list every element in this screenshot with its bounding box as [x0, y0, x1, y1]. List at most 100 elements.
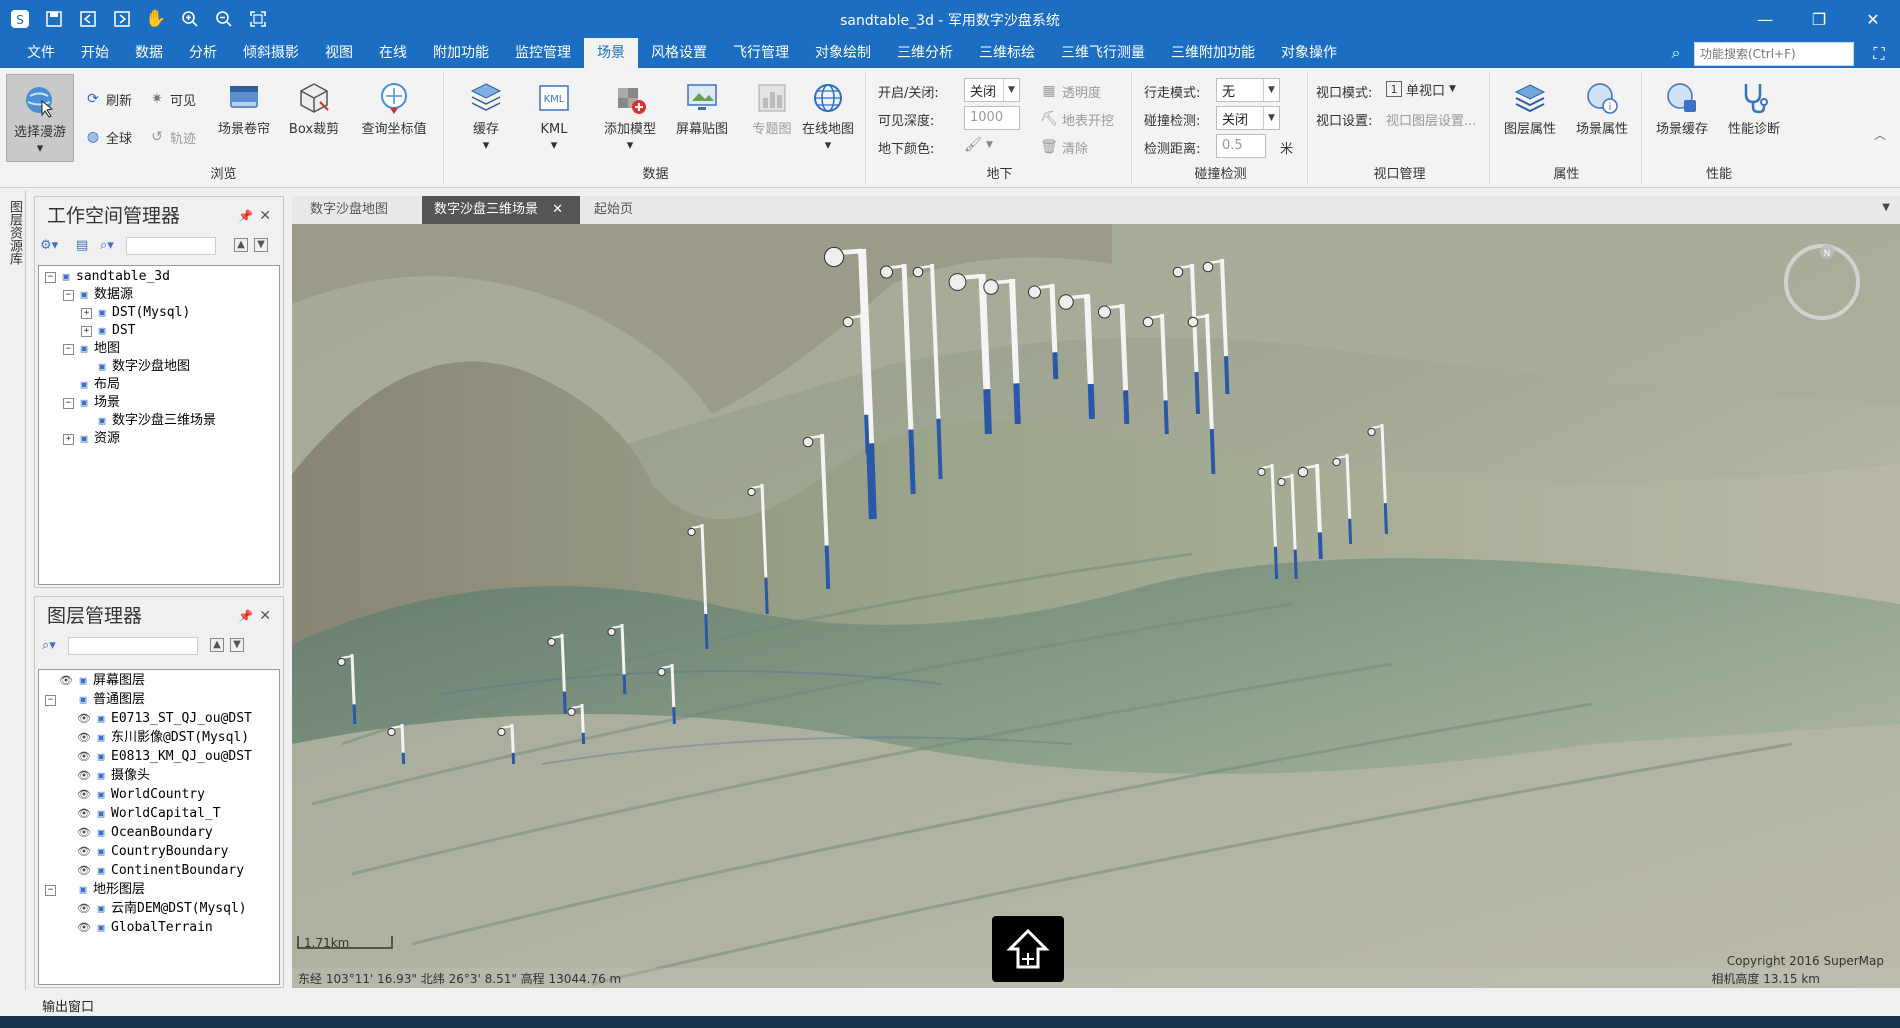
layer-tree-item[interactable]: − ▣ 普通图层	[45, 691, 145, 709]
search-icon[interactable]: ⌕▾	[100, 238, 114, 253]
add-model-button[interactable]: 添加模型 ▾	[596, 72, 664, 160]
scene-viewport[interactable]: N 1.71km 东经 103°11' 16.93" 北纬 26°3' 8.51…	[292, 224, 1900, 988]
menu-item[interactable]: 三维分析	[884, 38, 966, 68]
menu-item[interactable]: 文件	[14, 38, 68, 68]
output-window-tab[interactable]: 输出窗口	[42, 996, 94, 1015]
scene-attr-button[interactable]: i 场景属性	[1568, 72, 1636, 160]
tab-3d-scene[interactable]: 数字沙盘三维场景 ✕	[422, 196, 580, 224]
camera-pole[interactable]	[1315, 463, 1322, 533]
scroll-up-icon[interactable]: ▲	[234, 238, 248, 252]
camera-pole[interactable]	[510, 723, 515, 753]
close-tab-icon[interactable]: ✕	[552, 202, 563, 217]
menu-item[interactable]: 开始	[68, 38, 122, 68]
menu-item[interactable]: 数据	[122, 38, 176, 68]
visibility-eye-icon[interactable]: 👁	[77, 729, 91, 747]
refresh-button[interactable]: ⟳ 刷新	[84, 88, 132, 110]
home-button[interactable]	[992, 916, 1064, 982]
layer-tree-item[interactable]: 👁 ▣ WorldCountry	[63, 786, 205, 804]
visibility-eye-icon[interactable]: 👁	[77, 805, 91, 823]
search-icon[interactable]: ⌕▾	[42, 638, 56, 653]
layer-search-input[interactable]	[68, 637, 198, 655]
close-icon[interactable]: ✕	[259, 597, 271, 635]
camera-dome-icon[interactable]	[802, 436, 814, 448]
camera-dome-icon[interactable]	[1187, 316, 1199, 328]
scene-roll-button[interactable]: 场景卷帘	[210, 72, 278, 160]
camera-dome-icon[interactable]	[1297, 466, 1309, 478]
layer-tree-item[interactable]: 👁 ▣ CountryBoundary	[63, 843, 228, 861]
menu-item[interactable]: 风格设置	[638, 38, 720, 68]
camera-dome-icon[interactable]	[983, 279, 999, 295]
visibility-eye-icon[interactable]: 👁	[77, 824, 91, 842]
viewport-mode-dropdown[interactable]: 1 单视口 ▼	[1386, 78, 1456, 100]
workspace-tree-item[interactable]: + ▣ DST(Mysql)	[81, 304, 190, 322]
menu-item[interactable]: 三维标绘	[966, 38, 1048, 68]
workspace-tree-item[interactable]: + ▣ DST	[81, 322, 135, 340]
workspace-tree-item[interactable]: ▣ 布局	[63, 376, 120, 394]
layer-tree-item[interactable]: 👁 ▣ WorldCapital_T	[63, 805, 221, 823]
tab-2d-map[interactable]: 数字沙盘地图	[298, 196, 400, 224]
camera-dome-icon[interactable]	[1058, 294, 1074, 310]
camera-dome-icon[interactable]	[912, 266, 924, 278]
close-icon[interactable]: ✕	[259, 197, 271, 235]
workspace-tree-item[interactable]: − ▣ 数据源	[63, 286, 133, 304]
workspace-tree-item[interactable]: − ▣ 地图	[63, 340, 120, 358]
expand-icon[interactable]: +	[63, 433, 74, 445]
layer-tree-item[interactable]: 👁 ▣ 东川影像@DST(Mysql)	[63, 729, 249, 747]
collision-detect-combo[interactable]: 关闭 ▼	[1216, 106, 1280, 130]
menu-item[interactable]: 在线	[366, 38, 420, 68]
visible-button[interactable]: ✷ 可见	[148, 88, 196, 110]
fullscreen-icon[interactable]: ⛶	[1868, 43, 1890, 65]
scroll-down-icon[interactable]: ▼	[254, 238, 268, 252]
camera-dome-icon[interactable]	[1277, 477, 1286, 487]
close-button[interactable]: ✕	[1846, 0, 1900, 38]
visibility-eye-icon[interactable]: 👁	[77, 710, 91, 728]
camera-dome-icon[interactable]	[1142, 316, 1154, 328]
camera-dome-icon[interactable]	[547, 637, 556, 647]
track-button[interactable]: ↺ 轨迹	[148, 126, 196, 148]
camera-pole[interactable]	[1049, 283, 1058, 353]
camera-dome-icon[interactable]	[747, 487, 756, 497]
viewport-layer-settings-button[interactable]: 视口图层设置...	[1386, 110, 1476, 129]
underground-color-picker[interactable]: 🖌 ▼	[964, 134, 993, 156]
layer-attr-button[interactable]: 图层属性	[1496, 72, 1564, 160]
camera-dome-icon[interactable]	[1202, 261, 1214, 273]
layer-tree-item[interactable]: 👁 ▣ 屏幕图层	[45, 672, 145, 690]
camera-pole[interactable]	[580, 703, 585, 733]
collapse-icon[interactable]: −	[63, 397, 74, 409]
collapse-icon[interactable]: −	[45, 884, 56, 896]
layer-tree-item[interactable]: 👁 ▣ GlobalTerrain	[63, 919, 213, 937]
camera-dome-icon[interactable]	[1257, 467, 1266, 477]
visibility-eye-icon[interactable]: 👁	[77, 748, 91, 766]
camera-pole[interactable]	[620, 623, 626, 675]
camera-dome-icon[interactable]	[657, 667, 666, 677]
camera-dome-icon[interactable]	[1332, 457, 1341, 467]
workspace-tree-item[interactable]: ▣ 数字沙盘三维场景	[81, 412, 216, 430]
visibility-eye-icon[interactable]: 👁	[77, 786, 91, 804]
collapse-icon[interactable]: −	[63, 343, 74, 355]
camera-dome-icon[interactable]	[842, 316, 854, 328]
move-up-icon[interactable]: ▲	[210, 638, 224, 652]
menu-item[interactable]: 三维附加功能	[1158, 38, 1268, 68]
collapse-ribbon-icon[interactable]: ︿	[1874, 126, 1886, 143]
layer-tree-item[interactable]: 👁 ▣ 摄像头	[63, 767, 150, 785]
menu-item[interactable]: 视图	[312, 38, 366, 68]
menu-item[interactable]: 场景	[584, 38, 638, 68]
detect-distance-input[interactable]: 0.5	[1216, 134, 1266, 158]
cache-button[interactable]: 缓存 ▾	[452, 72, 520, 160]
workspace-tree-item[interactable]: + ▣ 资源	[63, 430, 120, 448]
camera-dome-icon[interactable]	[1172, 266, 1184, 278]
layer-library-tab[interactable]: 图层资源库	[5, 200, 24, 265]
visibility-eye-icon[interactable]: 👁	[77, 767, 91, 785]
kml-button[interactable]: KML KML ▾	[520, 72, 588, 160]
visibility-eye-icon[interactable]: 👁	[77, 862, 91, 880]
menu-item[interactable]: 对象操作	[1268, 38, 1350, 68]
camera-dome-icon[interactable]	[497, 727, 506, 737]
online-map-button[interactable]: 在线地图 ▾	[794, 72, 862, 160]
screen-map-button[interactable]: 屏幕贴图	[668, 72, 736, 160]
camera-pole[interactable]	[400, 723, 405, 753]
transparency-button[interactable]: ▦ 透明度	[1040, 80, 1101, 102]
camera-dome-icon[interactable]	[1028, 285, 1041, 299]
expand-icon[interactable]: +	[81, 325, 92, 337]
camera-dome-icon[interactable]	[387, 727, 396, 737]
visibility-eye-icon[interactable]: 👁	[77, 843, 91, 861]
